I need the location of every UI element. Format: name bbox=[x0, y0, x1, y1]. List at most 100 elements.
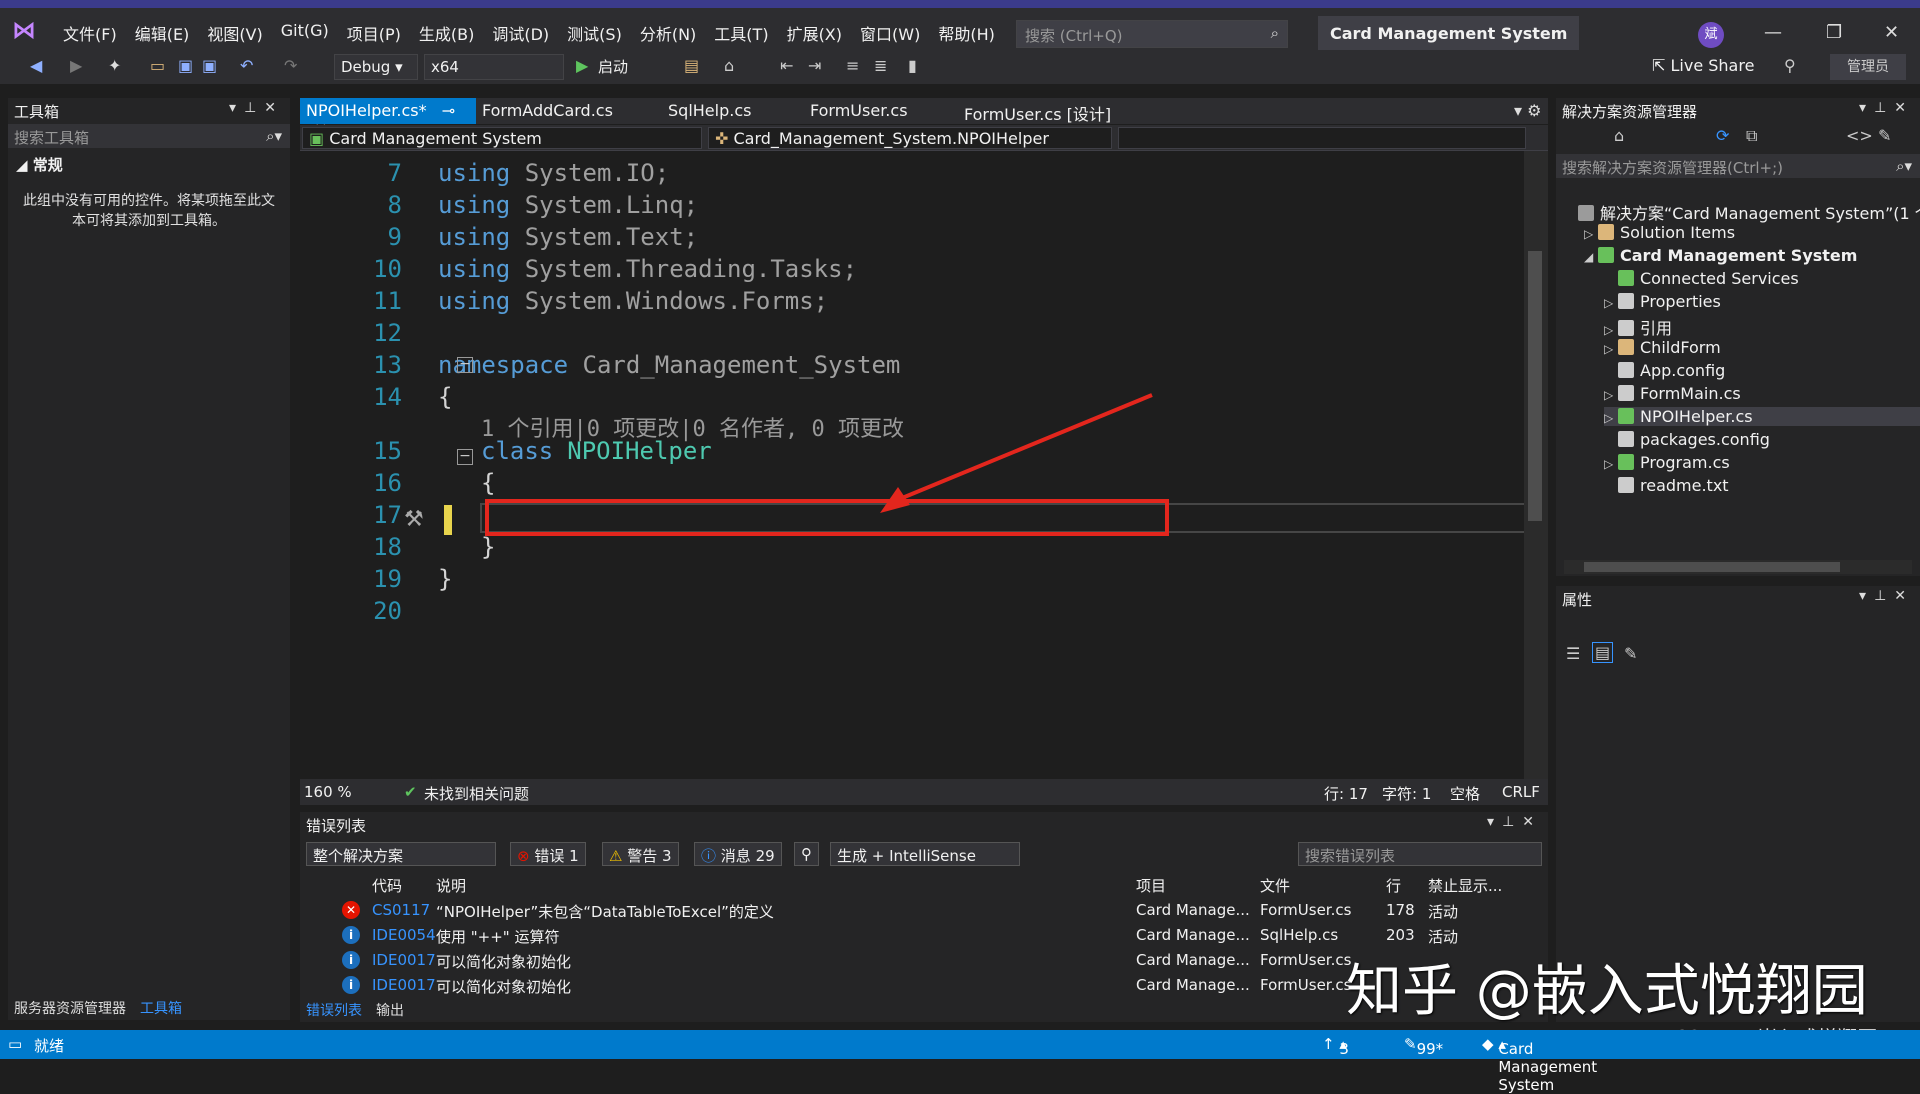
home-icon[interactable]: ⌂ bbox=[1614, 126, 1624, 145]
minimize-icon[interactable]: — bbox=[1764, 22, 1782, 43]
expand-icon[interactable]: ▷ bbox=[1604, 457, 1618, 471]
config-select[interactable]: Debug ▾ bbox=[334, 54, 418, 80]
menu-item[interactable]: 视图(V) bbox=[198, 18, 271, 48]
expand-icon[interactable]: ▷ bbox=[1604, 342, 1618, 356]
tree-item[interactable]: 解决方案“Card Management System”(1 个项 bbox=[1564, 200, 1920, 224]
editor-scrollbar[interactable] bbox=[1524, 151, 1548, 779]
wrench-icon[interactable]: ✎ bbox=[1624, 644, 1637, 663]
redo-icon[interactable]: ↷ bbox=[284, 56, 297, 75]
tab-sqlhelp[interactable]: SqlHelp.cs bbox=[662, 98, 757, 124]
panel-controls-icon[interactable]: ▾⊥✕ bbox=[1487, 814, 1542, 830]
menu-item[interactable]: 帮助(H) bbox=[929, 18, 1004, 48]
solution-icon[interactable]: ⌂ bbox=[724, 56, 734, 75]
menu-item[interactable]: Git(G) bbox=[272, 18, 338, 48]
outdent-icon[interactable]: ⇥ bbox=[808, 56, 821, 75]
forward-icon[interactable]: ▶ bbox=[70, 56, 82, 75]
column-project[interactable]: 项目 bbox=[1136, 875, 1166, 896]
tab-formuser-designer[interactable]: FormUser.cs [设计] bbox=[958, 98, 1117, 124]
menu-item[interactable]: 扩展(X) bbox=[778, 18, 851, 48]
tree-item[interactable]: ◢ Card Management System bbox=[1584, 246, 1857, 265]
tree-item[interactable]: ▷ Program.cs bbox=[1604, 453, 1730, 472]
tab-overflow-icon[interactable]: ▾ ⚙ bbox=[1508, 98, 1547, 124]
new-project-icon[interactable]: ✦ bbox=[108, 56, 121, 75]
tab-output[interactable]: 输出 bbox=[376, 1000, 404, 1022]
back-icon[interactable]: ◀ bbox=[30, 56, 42, 75]
error-search-input[interactable]: 搜索错误列表 bbox=[1298, 842, 1542, 866]
collapse-all-icon[interactable]: ⧉ bbox=[1746, 126, 1757, 146]
scrollbar-thumb[interactable] bbox=[1528, 251, 1542, 521]
start-icon[interactable]: ▶ bbox=[576, 56, 588, 75]
expand-icon[interactable]: ◢ bbox=[1584, 250, 1598, 264]
scrollbar-thumb[interactable] bbox=[1584, 562, 1840, 572]
issues-status[interactable]: 未找到相关问题 bbox=[424, 783, 529, 804]
code-editor[interactable]: 7 using System.IO; 8 using System.Linq; 9 usi… bbox=[300, 151, 1536, 779]
search-input[interactable]: 搜索 (Ctrl+Q) ⌕ bbox=[1016, 20, 1288, 48]
refresh-icon[interactable]: ⟳ bbox=[1716, 126, 1729, 145]
pin-icon[interactable]: ⊸ bbox=[442, 101, 455, 120]
avatar[interactable]: 斌 bbox=[1698, 22, 1724, 48]
solution-scrollbar[interactable] bbox=[1564, 560, 1912, 574]
error-code[interactable]: IDE0017 bbox=[372, 976, 436, 994]
tab-error-list[interactable]: 错误列表 bbox=[306, 1000, 362, 1022]
column-line[interactable]: 行 bbox=[1386, 875, 1401, 896]
error-code[interactable]: CS0117 bbox=[372, 901, 430, 919]
expand-icon[interactable]: ▷ bbox=[1604, 411, 1618, 425]
expand-icon[interactable]: ▷ bbox=[1604, 323, 1618, 337]
toolbox-group[interactable]: ◢ 常规 bbox=[8, 148, 290, 181]
project-dropdown[interactable]: ▣ Card Management System bbox=[302, 127, 702, 149]
tab-server-explorer[interactable]: 服务器资源管理器 bbox=[14, 998, 126, 1020]
member-dropdown[interactable] bbox=[1118, 127, 1526, 149]
menu-item[interactable]: 生成(B) bbox=[410, 18, 483, 48]
tree-item[interactable]: ▷ NPOIHelper.cs bbox=[1604, 407, 1920, 426]
close-icon[interactable]: ✕ bbox=[1884, 22, 1899, 43]
tree-item[interactable]: ▷ 引用 bbox=[1604, 315, 1672, 339]
error-code[interactable]: IDE0017 bbox=[372, 951, 436, 969]
zoom-select[interactable]: 160 % bbox=[304, 783, 352, 801]
uncomment-icon[interactable]: ≣ bbox=[874, 56, 887, 75]
live-share-button[interactable]: ⇱ Live Share bbox=[1652, 56, 1754, 75]
warnings-filter-button[interactable]: ⚠ 警告 3 bbox=[602, 842, 679, 866]
source-select[interactable]: 生成 + IntelliSense bbox=[830, 842, 1020, 866]
tree-item[interactable]: Connected Services bbox=[1604, 269, 1799, 288]
tree-item[interactable]: readme.txt bbox=[1604, 476, 1729, 495]
bookmark-icon[interactable]: ▮ bbox=[908, 56, 917, 75]
folder-icon[interactable]: ▤ bbox=[684, 56, 699, 75]
filter-icon[interactable]: ⚲ bbox=[794, 842, 819, 866]
tab-npoihelper[interactable]: NPOIHelper.cs* ⊸ ✕ bbox=[300, 98, 476, 139]
whitespace-indicator[interactable]: 空格 bbox=[1450, 783, 1480, 804]
start-button[interactable]: 启动 bbox=[598, 56, 628, 77]
class-dropdown[interactable]: ✜ Card_Management_System.NPOIHelper bbox=[708, 127, 1112, 149]
tree-item[interactable]: ▷ Properties bbox=[1604, 292, 1721, 311]
table-row[interactable]: i IDE0054 使用 "++" 运算符 Card Manage... SqlHelp… bbox=[300, 923, 1548, 948]
messages-filter-button[interactable]: ⓘ 消息 29 bbox=[694, 842, 782, 866]
save-all-icon[interactable]: ▣ bbox=[202, 56, 217, 75]
menu-item[interactable]: 项目(P) bbox=[338, 18, 410, 48]
tab-formuser[interactable]: FormUser.cs bbox=[804, 98, 914, 124]
comment-icon[interactable]: ≡ bbox=[846, 56, 859, 75]
visual-studio-logo-icon[interactable]: ⋈ bbox=[12, 16, 42, 46]
errors-filter-button[interactable]: ⊗ 错误 1 bbox=[510, 842, 586, 866]
table-row[interactable]: ✕ CS0117 “NPOIHelper”未包含“DataTableToExcel”… bbox=[300, 898, 1548, 923]
column-description[interactable]: 说明 bbox=[436, 875, 466, 896]
changes-indicator[interactable]: ✎ 99* bbox=[1404, 1035, 1443, 1058]
toolbox-search-input[interactable]: 搜索工具箱 ⌕▾ bbox=[8, 124, 290, 148]
save-icon[interactable]: ▣ bbox=[178, 56, 193, 75]
wrench-icon[interactable]: ✎ bbox=[1878, 126, 1891, 145]
column-suppression[interactable]: 禁止显示... bbox=[1428, 875, 1502, 896]
expand-icon[interactable]: ▷ bbox=[1584, 227, 1598, 241]
repo-indicator[interactable]: ◆ Card Management System ▴ bbox=[1482, 1035, 1597, 1094]
platform-select[interactable]: x64 bbox=[424, 54, 564, 80]
tree-item[interactable]: ▷ ChildForm bbox=[1604, 338, 1721, 357]
collapse-class-icon[interactable]: − bbox=[457, 449, 473, 465]
panel-controls-icon[interactable]: ▾⊥✕ bbox=[1859, 588, 1914, 604]
menu-item[interactable]: 文件(F) bbox=[54, 18, 126, 48]
menu-item[interactable]: 测试(S) bbox=[558, 18, 631, 48]
menu-item[interactable]: 工具(T) bbox=[705, 18, 777, 48]
tab-formaddcard[interactable]: FormAddCard.cs bbox=[476, 98, 619, 124]
eol-indicator[interactable]: CRLF bbox=[1502, 783, 1540, 801]
properties-icon[interactable]: ▤ bbox=[1592, 642, 1614, 663]
column-code[interactable]: 代码 bbox=[372, 875, 402, 896]
undo-icon[interactable]: ↶ bbox=[240, 56, 253, 75]
expand-icon[interactable]: ▷ bbox=[1604, 388, 1618, 402]
restore-icon[interactable]: ❐ bbox=[1826, 22, 1842, 43]
